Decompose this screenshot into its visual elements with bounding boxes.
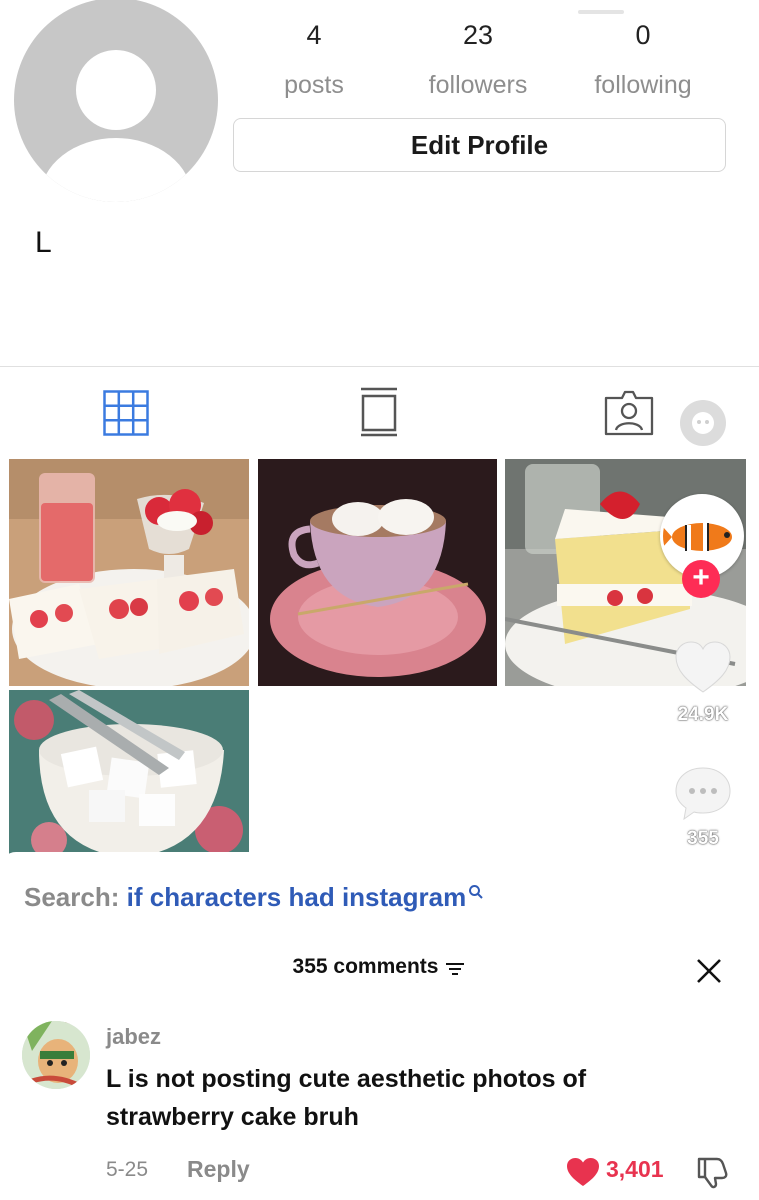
comment-bubble-icon[interactable] [674,765,732,826]
profile-avatar[interactable] [14,0,218,202]
search-prefix: Search: [24,882,120,912]
profile-username: L [35,226,52,259]
default-avatar-icon [76,50,156,130]
posts-count: 4 [306,20,322,50]
followers-stat[interactable]: 23 followers [403,20,553,100]
following-stat[interactable]: 0 following [568,20,718,100]
post-photo-cat-latte[interactable] [258,459,497,686]
edit-profile-button[interactable]: Edit Profile [233,118,726,172]
reels-icon [361,387,397,437]
ghost-icon [680,400,726,446]
like-heart-icon[interactable] [674,640,732,699]
comments-header: 355 comments [0,955,759,979]
tagged-icon [604,390,654,436]
comment-username[interactable]: jabez [106,1024,161,1050]
like-count: 24.9K [677,704,729,725]
comment-heart-icon[interactable] [566,1157,600,1192]
following-label: following [594,71,692,99]
following-count: 0 [635,20,651,50]
post-photo-strawberry-sandwiches[interactable] [9,459,249,686]
tab-grid[interactable] [103,390,149,441]
tab-tagged[interactable] [604,390,654,441]
posts-stat[interactable]: 4 posts [239,20,389,100]
section-divider [0,366,759,367]
followers-label: followers [428,71,528,99]
drag-handle [578,10,624,14]
grid-icon [103,390,149,436]
followers-count: 23 [462,20,494,50]
reply-button[interactable]: Reply [187,1156,250,1183]
dislike-icon[interactable] [695,1155,729,1194]
sort-filter-icon[interactable] [444,960,466,978]
close-icon[interactable] [696,958,722,989]
post-photo-sugar-cubes[interactable] [9,690,249,860]
comment-like-count: 3,401 [606,1156,664,1182]
posts-label: posts [284,71,344,99]
tab-reels[interactable] [360,387,398,442]
comment-text: L is not posting cute aesthetic photos o… [106,1065,587,1131]
comment-date: 5-25 [106,1158,149,1181]
related-search-link[interactable]: Search: if characters had instagram [24,882,484,913]
search-query: if characters had instagram [126,882,467,912]
comments-count-title: 355 comments [292,955,439,978]
search-icon [469,885,483,899]
follow-plus-button[interactable]: + [682,560,720,598]
commenter-avatar[interactable] [22,1021,90,1089]
comment-count: 355 [687,828,719,849]
